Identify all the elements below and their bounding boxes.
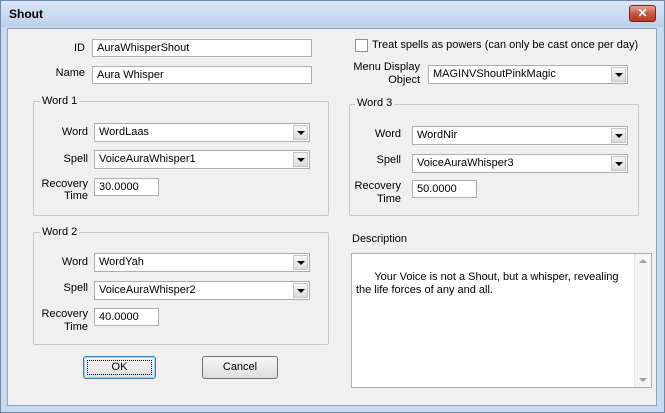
scroll-down-icon[interactable]: [639, 378, 647, 382]
chevron-down-icon[interactable]: [611, 67, 626, 82]
word3-word-select[interactable]: WordNir: [412, 126, 628, 145]
word1-spell-label: Spell: [63, 153, 88, 165]
scroll-up-icon[interactable]: [639, 259, 647, 263]
menu-display-label-2: Object: [388, 74, 420, 86]
word2-word-select[interactable]: WordYah: [94, 253, 310, 272]
dialog-client-area: ID AuraWhisperShout Name Aura Whisper Wo…: [7, 28, 657, 406]
word2-recovery-label-1: Recovery: [41, 308, 88, 320]
treat-spells-label[interactable]: Treat spells as powers (can only be cast…: [372, 39, 638, 51]
ok-button[interactable]: OK: [83, 356, 156, 379]
treat-spells-checkbox[interactable]: [355, 39, 368, 52]
chevron-down-icon[interactable]: [293, 152, 308, 167]
word3-word-value: WordNir: [417, 129, 458, 141]
word3-spell-label: Spell: [376, 154, 401, 166]
chevron-down-icon[interactable]: [611, 128, 626, 143]
close-button[interactable]: ✕: [629, 5, 656, 22]
word2-spell-label: Spell: [63, 282, 88, 294]
word3-recovery-field[interactable]: 50.0000: [412, 180, 477, 198]
word3-spell-value: VoiceAuraWhisper3: [417, 157, 514, 169]
word2-spell-value: VoiceAuraWhisper2: [99, 284, 196, 296]
id-label: ID: [74, 42, 85, 54]
word2-group-title: Word 2: [40, 226, 80, 238]
word1-word-label: Word: [61, 126, 88, 138]
title-bar[interactable]: Shout ✕: [1, 1, 664, 27]
cancel-button[interactable]: Cancel: [202, 356, 278, 379]
word2-word-label: Word: [61, 256, 88, 268]
word3-spell-select[interactable]: VoiceAuraWhisper3: [412, 154, 628, 173]
word3-word-label: Word: [374, 128, 401, 140]
word1-recovery-label-2: Time: [63, 190, 88, 202]
description-field[interactable]: Your Voice is not a Shout, but a whisper…: [351, 253, 652, 388]
description-label: Description: [352, 233, 408, 245]
word2-recovery-field[interactable]: 40.0000: [94, 308, 159, 326]
menu-display-label-1: Menu Display: [353, 61, 420, 73]
word3-recovery-label-1: Recovery: [354, 180, 401, 192]
chevron-down-icon[interactable]: [293, 125, 308, 140]
window-title: Shout: [9, 7, 43, 21]
close-icon: ✕: [637, 6, 648, 20]
dialog-window: Shout ✕ ID AuraWhisperShout Name Aura Wh…: [0, 0, 665, 413]
word2-recovery-label-2: Time: [63, 321, 88, 333]
chevron-down-icon[interactable]: [293, 283, 308, 298]
name-field[interactable]: Aura Whisper: [92, 66, 312, 84]
menu-display-value: MAGINVShoutPinkMagic: [433, 68, 556, 80]
id-field[interactable]: AuraWhisperShout: [92, 39, 312, 57]
word1-spell-value: VoiceAuraWhisper1: [99, 153, 196, 165]
menu-display-select[interactable]: MAGINVShoutPinkMagic: [428, 65, 628, 84]
cancel-button-label: Cancel: [222, 361, 258, 373]
word3-recovery-label-2: Time: [376, 193, 401, 205]
word1-group-title: Word 1: [40, 95, 80, 107]
chevron-down-icon[interactable]: [293, 255, 308, 270]
name-label: Name: [55, 67, 85, 79]
word2-word-value: WordYah: [99, 256, 144, 268]
word1-word-value: WordLaas: [99, 126, 149, 138]
word2-spell-select[interactable]: VoiceAuraWhisper2: [94, 281, 310, 300]
chevron-down-icon[interactable]: [611, 156, 626, 171]
word1-word-select[interactable]: WordLaas: [94, 123, 310, 142]
word1-recovery-field[interactable]: 30.0000: [94, 178, 159, 196]
word1-spell-select[interactable]: VoiceAuraWhisper1: [94, 150, 310, 169]
word3-group-title: Word 3: [355, 97, 395, 109]
description-scrollbar[interactable]: [634, 254, 651, 387]
word1-recovery-label-1: Recovery: [41, 178, 88, 190]
description-text: Your Voice is not a Shout, but a whisper…: [356, 271, 622, 296]
